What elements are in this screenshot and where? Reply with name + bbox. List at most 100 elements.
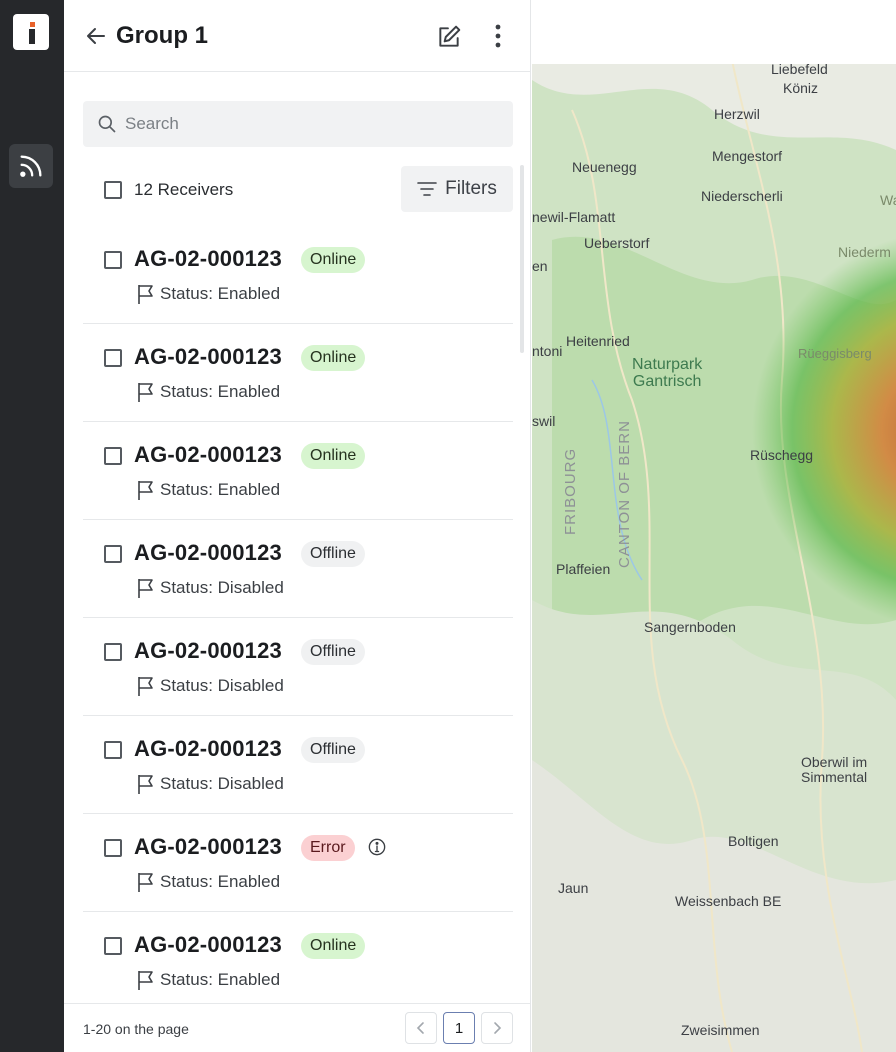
flag-icon	[138, 481, 153, 500]
map-label: Jaun	[558, 880, 589, 896]
status-badge: Offline	[301, 541, 365, 567]
receiver-status: Status: Disabled	[160, 774, 284, 793]
map-label-multiline: Oberwil im Simmental	[801, 755, 867, 785]
pagination-footer: 1-20 on the page 1	[64, 1003, 530, 1052]
map-label: Niederm	[838, 244, 891, 260]
receiver-name: AG-02-000123	[134, 736, 282, 761]
receiver-item[interactable]: AG-02-000123 Offline Status: Disabled	[83, 618, 513, 716]
receiver-checkbox[interactable]	[104, 643, 122, 661]
map-label-line1: Oberwil im	[801, 754, 868, 770]
map-label: Boltigen	[728, 833, 779, 849]
flag-icon	[138, 873, 153, 892]
map-label: Neuenegg	[572, 159, 637, 175]
map-view[interactable]: Liebefeld Köniz Herzwil Neuenegg Mengest…	[532, 0, 896, 1052]
map-label: swil	[532, 413, 556, 429]
receiver-name: AG-02-000123	[134, 246, 282, 271]
flag-icon	[138, 579, 153, 598]
status-badge: Offline	[301, 737, 365, 763]
flag-icon	[138, 677, 153, 696]
more-vertical-icon[interactable]	[486, 22, 510, 50]
search-icon	[98, 115, 116, 133]
receiver-item[interactable]: AG-02-000123 Offline Status: Disabled	[83, 716, 513, 814]
receiver-item[interactable]: AG-02-000123 Online Status: Enabled	[83, 912, 513, 1004]
receiver-checkbox[interactable]	[104, 251, 122, 269]
receivers-nav-button[interactable]	[9, 144, 53, 188]
park-label-line1: Naturpark	[632, 356, 703, 373]
receiver-item[interactable]: AG-02-000123 Offline Status: Disabled	[83, 520, 513, 618]
flag-icon	[138, 383, 153, 402]
flag-icon	[138, 971, 153, 990]
map-label: Herzwil	[714, 106, 760, 122]
chevron-right-icon	[494, 1022, 502, 1034]
receiver-name: AG-02-000123	[134, 442, 282, 467]
panel-header: Group 1	[64, 0, 530, 72]
receiver-status: Status: Disabled	[160, 676, 284, 695]
filters-label: Filters	[445, 178, 497, 199]
logo-bar	[29, 29, 35, 44]
receiver-name: AG-02-000123	[134, 932, 282, 957]
info-icon[interactable]	[368, 838, 386, 856]
search-input[interactable]	[125, 101, 495, 147]
page-info: 1-20 on the page	[83, 1021, 189, 1037]
map-label: Rüeggisberg	[798, 346, 872, 361]
receiver-status: Status: Enabled	[160, 872, 281, 891]
receivers-count: 12 Receivers	[134, 180, 234, 199]
map-label: Heitenried	[566, 333, 630, 349]
status-badge: Online	[301, 247, 366, 273]
app-logo[interactable]	[13, 14, 49, 50]
list-scrollbar[interactable]	[520, 165, 524, 353]
receiver-name: AG-02-000123	[134, 344, 282, 369]
region-label: CANTON OF BERN	[616, 420, 633, 568]
map-label: Niederscherli	[701, 188, 783, 204]
back-arrow-icon[interactable]	[84, 24, 108, 48]
receiver-checkbox[interactable]	[104, 545, 122, 563]
page-button-current[interactable]: 1	[443, 1012, 475, 1044]
receiver-name: AG-02-000123	[134, 834, 282, 859]
receiver-list: AG-02-000123 Online Status: Enabled AG-0…	[83, 226, 513, 1004]
status-badge: Online	[301, 345, 366, 371]
receiver-item[interactable]: AG-02-000123 Online Status: Enabled	[83, 226, 513, 324]
receiver-item[interactable]: AG-02-000123 Online Status: Enabled	[83, 324, 513, 422]
map-label: Liebefeld	[771, 61, 828, 77]
chevron-left-icon	[416, 1022, 424, 1034]
select-all-row: 12 Receivers	[104, 180, 233, 200]
receiver-item[interactable]: AG-02-000123 Error Status: Enabled	[83, 814, 513, 912]
receiver-checkbox[interactable]	[104, 839, 122, 857]
receiver-status: Status: Enabled	[160, 382, 281, 401]
status-badge: Offline	[301, 639, 365, 665]
receiver-name: AG-02-000123	[134, 540, 282, 565]
map-label: Zweisimmen	[681, 1022, 760, 1038]
receiver-name: AG-02-000123	[134, 638, 282, 663]
region-label: FRIBOURG	[562, 447, 579, 535]
receiver-item[interactable]: AG-02-000123 Online Status: Enabled	[83, 422, 513, 520]
map-label: Rüschegg	[750, 447, 814, 463]
receiver-status: Status: Enabled	[160, 480, 281, 499]
receiver-checkbox[interactable]	[104, 447, 122, 465]
rss-icon	[20, 155, 42, 177]
park-label-line2: Gantrisch	[632, 373, 702, 390]
map-label: Sangernboden	[644, 619, 736, 635]
map-label: Wa	[880, 192, 896, 208]
receiver-checkbox[interactable]	[104, 937, 122, 955]
edit-icon[interactable]	[436, 24, 462, 50]
receiver-checkbox[interactable]	[104, 349, 122, 367]
status-badge: Online	[301, 443, 366, 469]
next-page-button[interactable]	[481, 1012, 513, 1044]
status-badge: Online	[301, 933, 366, 959]
flag-icon	[138, 285, 153, 304]
map-label-line2: Simmental	[801, 769, 868, 785]
map-label: Mengestorf	[712, 148, 783, 164]
flag-icon	[138, 775, 153, 794]
map-label: Köniz	[783, 80, 819, 96]
map-top-bar	[532, 0, 896, 64]
select-all-checkbox[interactable]	[104, 181, 122, 199]
receiver-status: Status: Enabled	[160, 284, 281, 303]
filter-icon	[417, 182, 437, 196]
receiver-checkbox[interactable]	[104, 741, 122, 759]
map-label: newil-Flamatt	[532, 209, 616, 225]
prev-page-button[interactable]	[405, 1012, 437, 1044]
map-label: ntoni	[532, 343, 563, 359]
filters-button[interactable]: Filters	[401, 166, 513, 212]
logo-dot	[30, 22, 35, 27]
park-label: Naturpark Gantrisch	[632, 356, 702, 390]
